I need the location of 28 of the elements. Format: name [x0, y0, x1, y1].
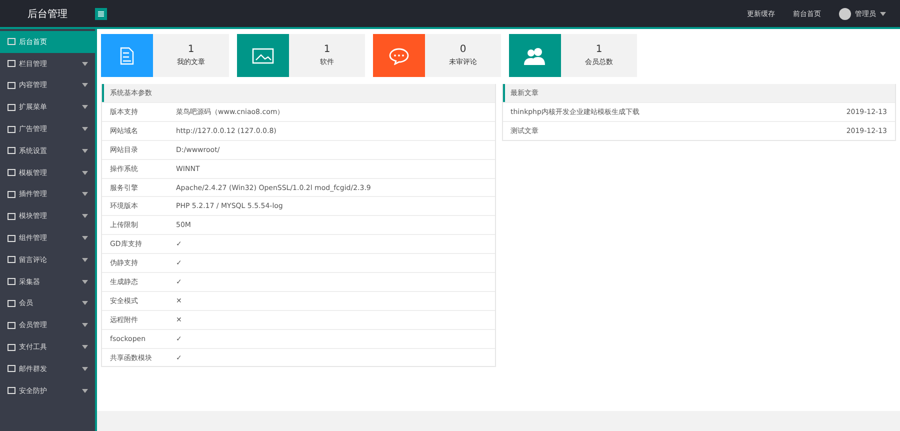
square-icon: [7, 386, 16, 396]
stat-value: 1: [324, 44, 330, 55]
square-icon: [7, 212, 16, 221]
document-icon: [119, 46, 135, 64]
square-icon: [7, 80, 16, 90]
square-icon: [7, 124, 16, 134]
stat-value: 1: [188, 44, 194, 55]
square-icon: [7, 234, 16, 243]
square-icon: [7, 168, 16, 178]
square-icon: [7, 320, 16, 330]
square-icon: [7, 190, 16, 199]
caret-icon[interactable]: [880, 12, 886, 16]
stat-value: 1: [596, 44, 602, 55]
square-icon: [7, 277, 16, 286]
square-icon: [7, 255, 16, 264]
square-icon: [7, 298, 16, 308]
square-icon: [7, 59, 16, 68]
stat-value: 0: [460, 44, 466, 55]
avatar-icon[interactable]: [839, 8, 851, 20]
square-icon: [7, 102, 16, 112]
square-icon: [7, 146, 16, 156]
site-title: 后台管理: [26, 8, 68, 20]
square-icon: [7, 342, 16, 352]
chat-bubble-icon: [388, 46, 410, 64]
picture-icon: [252, 48, 274, 64]
square-icon: [7, 37, 16, 46]
users-icon: [523, 46, 547, 64]
square-icon: [7, 364, 16, 374]
